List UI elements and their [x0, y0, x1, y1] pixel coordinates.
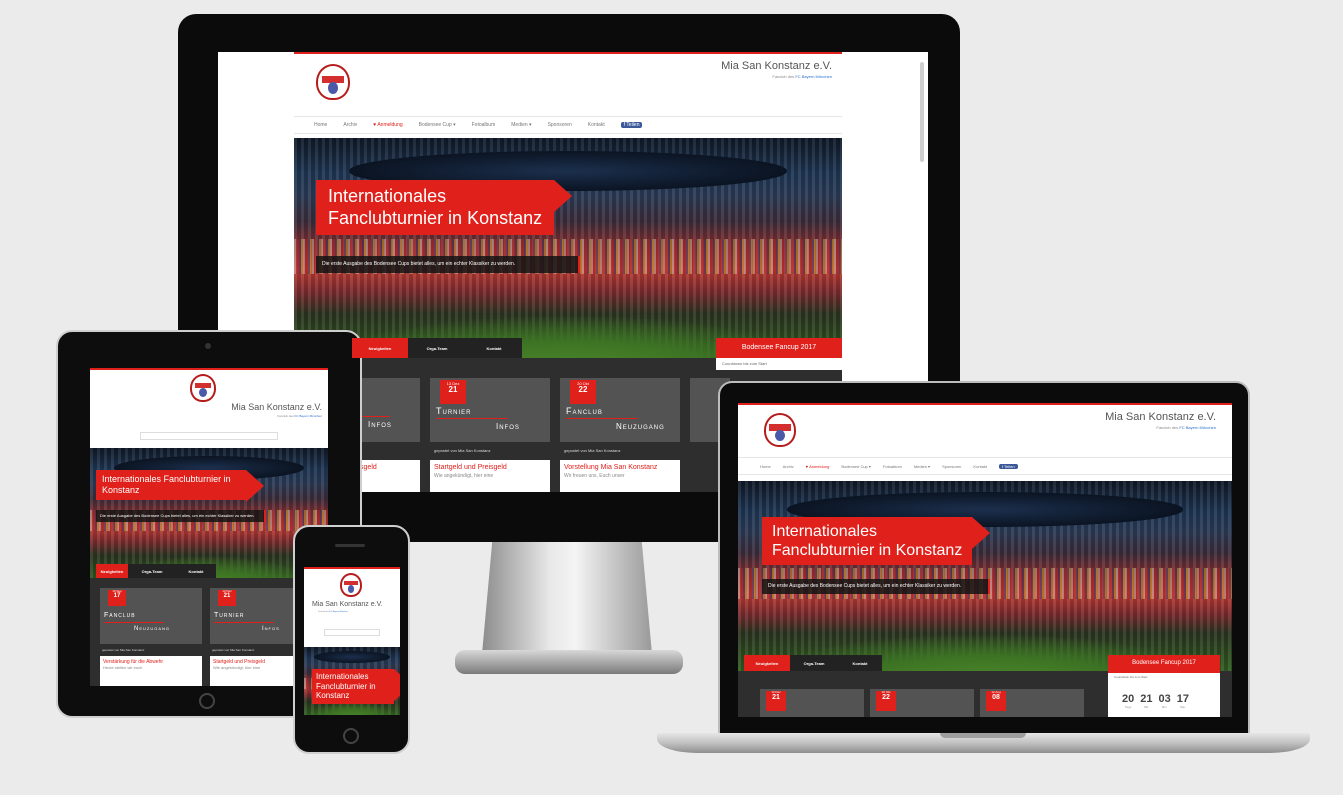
club-crest-logo: [316, 64, 350, 100]
fancup-widget-title: Bodensee Fancup 2017: [1108, 655, 1220, 673]
news-card[interactable]: 10 Sep 17 Fanclub Neuzugang: [100, 588, 202, 644]
phone-screen: Mia San Konstanz e.V. Fanclub des FC Bay…: [304, 567, 400, 715]
hero-subtitle: Die erste Ausgabe des Bodensee Cups biet…: [96, 510, 266, 522]
fancup-widget-title: Bodensee Fancup 2017: [716, 338, 842, 358]
club-crest-logo: [340, 573, 362, 597]
smartphone: Mia San Konstanz e.V. Fanclub des FC Bay…: [293, 525, 410, 754]
post-preview[interactable]: Startgeld und Preisgeld Wie angekündigt, …: [430, 460, 550, 492]
news-card[interactable]: 12 Aug 08: [980, 689, 1084, 717]
hero-banner: Internationales Fanclubturnier in Konstan…: [294, 138, 842, 358]
site-subtitle-link[interactable]: FC Bayern München: [795, 74, 832, 79]
tab-neuigkeiten[interactable]: Neuigkeiten: [96, 564, 128, 578]
mobile-menu-select[interactable]: [140, 432, 278, 440]
main-nav: Home Archiv ♥ Anmeldung Bodensee Cup ▾ F…: [294, 116, 842, 134]
post-preview[interactable]: Vorstellung Mia San Konstanz Wir freuen u…: [560, 460, 680, 492]
nav-archiv[interactable]: Archiv: [343, 122, 357, 128]
hero-subtitle: Die erste Ausgabe des Bodensee Cups biet…: [316, 256, 580, 273]
news-card[interactable]: 13 Dez 21: [760, 689, 864, 717]
facebook-share-button[interactable]: f Teilen: [999, 463, 1018, 469]
mobile-menu-select[interactable]: [324, 629, 380, 636]
nav-anmeldung[interactable]: ♥ Anmeldung: [373, 122, 402, 128]
facebook-share-button[interactable]: f Teilen: [620, 122, 643, 128]
tab-orga-team[interactable]: Orga-Team: [128, 564, 176, 578]
tab-kontakt[interactable]: Kontakt: [838, 655, 882, 671]
laptop-lid: Mia San Konstanz e.V. Fanclub des FC Bay…: [718, 381, 1250, 733]
hero-title: Internationales Fanclubturnier in Konsta…: [96, 470, 264, 502]
news-card[interactable]: 13 Dez 21 Turnier Infos: [430, 378, 550, 442]
tab-orga-team[interactable]: Orga-Team: [790, 655, 838, 671]
nav-fotoalbum[interactable]: Fotoalbum: [472, 122, 496, 128]
tab-neuigkeiten[interactable]: Neuigkeiten: [744, 655, 790, 671]
fancup-widget-text: Countdown bis zum Start: [716, 358, 842, 370]
nav-sponsoren[interactable]: Sponsoren: [548, 122, 572, 128]
post-meta: gepostet von Mia San Konstanz: [564, 448, 621, 453]
phone-home-button[interactable]: [343, 728, 359, 744]
hero-banner: Internationales Fanclubturnier in Konstan…: [738, 481, 1232, 671]
monitor-stand-neck: [482, 542, 652, 654]
laptop-screen: Mia San Konstanz e.V. Fanclub des FC Bay…: [738, 403, 1232, 717]
countdown-timer: 20 Tage 21 Std. 03 Min. 17 Sek.: [1122, 693, 1189, 709]
club-crest-logo: [190, 374, 216, 402]
tab-orga-team[interactable]: Orga-Team: [408, 338, 466, 358]
monitor-stand-base: [455, 650, 683, 674]
hero-banner: Internationales Fanclubturnier in Konsta…: [304, 647, 400, 715]
post-preview[interactable]: Verstärkung für die Abwehr Heute stellen …: [100, 656, 202, 686]
tab-kontakt[interactable]: Kontakt: [176, 564, 216, 578]
laptop-notch: [940, 733, 1026, 738]
site-title: Mia San Konstanz e.V.: [721, 60, 832, 72]
tab-kontakt[interactable]: Kontakt: [466, 338, 522, 358]
site-subtitle: Fanclub des FC Bayern München: [772, 74, 832, 79]
news-card[interactable]: 20 Okt 22 Fanclub Neuzugang: [560, 378, 680, 442]
hero-title: Internationales Fanclubturnier in Konsta…: [312, 669, 400, 704]
content-tabs: Neuigkeiten Orga-Team Kontakt: [352, 338, 522, 358]
hero-title: Internationales Fanclubturnier in Konstan…: [316, 180, 573, 236]
nav-bodensee-cup[interactable]: Bodensee Cup ▾: [419, 122, 456, 128]
club-crest-logo: [764, 413, 796, 447]
tablet-home-button[interactable]: [199, 693, 215, 709]
news-card[interactable]: 20 Okt 22: [870, 689, 974, 717]
scrollbar[interactable]: [920, 62, 924, 162]
nav-home[interactable]: Home: [314, 122, 327, 128]
hero-title: Internationales Fanclubturnier in Konstan…: [762, 517, 991, 566]
tab-neuigkeiten[interactable]: Neuigkeiten: [352, 338, 408, 358]
hero-subtitle: Die erste Ausgabe des Bodensee Cups biet…: [762, 579, 990, 594]
post-meta: gepostet von Mia San Konstanz: [434, 448, 491, 453]
nav-medien[interactable]: Medien ▾: [511, 122, 531, 128]
nav-kontakt[interactable]: Kontakt: [588, 122, 605, 128]
